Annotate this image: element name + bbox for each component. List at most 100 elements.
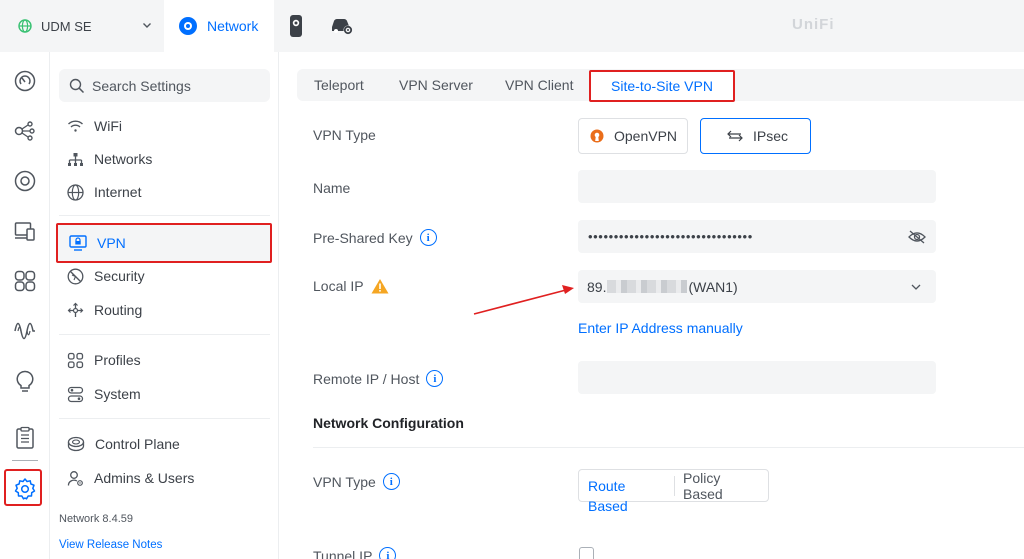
sidebar-item-admins-users[interactable]: Admins & Users [67, 465, 194, 491]
sidebar-item-label: WiFi [94, 118, 122, 134]
remote-host-input[interactable] [578, 361, 936, 394]
warning-icon[interactable] [371, 278, 389, 294]
eye-off-icon[interactable] [908, 230, 926, 244]
globe-icon [18, 19, 32, 33]
device-selector[interactable]: UDM SE [0, 0, 164, 52]
name-input[interactable] [578, 170, 936, 203]
profiles-icon [67, 352, 84, 368]
tunnel-ip-checkbox[interactable] [579, 547, 594, 559]
network-app-tab[interactable]: Network [164, 0, 274, 52]
info-icon[interactable]: i [379, 547, 397, 559]
settings-highlight-box [4, 469, 42, 506]
search-settings[interactable] [59, 69, 270, 102]
local-ip-prefix: 89. [587, 278, 607, 295]
sidebar-item-label: Security [94, 268, 145, 284]
sidebar-divider [59, 418, 270, 419]
tab-vpn-client[interactable]: VPN Client [505, 69, 573, 101]
sidebar-item-label: Control Plane [95, 436, 180, 452]
sidebar-item-label: Admins & Users [94, 470, 195, 486]
vehicle-settings-icon[interactable] [330, 16, 354, 36]
ipsec-option[interactable]: IPsec [700, 118, 811, 154]
sidebar-item-wifi[interactable]: WiFi [67, 113, 122, 139]
ports-icon[interactable] [13, 269, 37, 293]
info-icon[interactable]: i [419, 229, 437, 246]
sidebar-item-system[interactable]: System [67, 381, 141, 407]
ipsec-label: IPsec [753, 128, 789, 144]
devices-icon[interactable] [13, 169, 37, 193]
internet-icon [67, 183, 84, 201]
release-notes-link[interactable]: View Release Notes [59, 539, 162, 551]
local-ip-label: Local IP [313, 278, 364, 294]
tab-site-to-site-vpn[interactable]: Site-to-Site VPN [589, 70, 735, 102]
tunnel-ip-label-row: Tunnel IP i [313, 547, 397, 559]
psk-label-row: Pre-Shared Key i [313, 229, 437, 246]
sidebar-item-routing[interactable]: Routing [67, 297, 142, 323]
app-tab-label: Network [207, 18, 259, 34]
route-based-option[interactable]: Route Based [579, 475, 675, 514]
sidebar-item-security[interactable]: Security [67, 263, 145, 289]
unifi-logo: UniFi [792, 16, 835, 33]
vpn-mode-segmented: Route Based Policy Based [578, 469, 769, 514]
client-devices-icon[interactable] [13, 219, 37, 243]
local-ip-label-row: Local IP [313, 278, 389, 294]
sidebar-item-label: Profiles [94, 352, 141, 368]
insights-icon[interactable] [13, 319, 37, 343]
control-plane-icon [67, 436, 85, 452]
enter-ip-manually-link[interactable]: Enter IP Address manually [578, 320, 743, 336]
tunnel-ip-label: Tunnel IP [313, 547, 373, 559]
security-icon [67, 268, 84, 284]
vpn-tabbar: Teleport VPN Server VPN Client Site-to-S… [297, 69, 1024, 102]
chevron-down-icon [143, 23, 151, 28]
sidebar-item-profiles[interactable]: Profiles [67, 347, 141, 373]
sidebar-item-label: Routing [94, 302, 143, 318]
logs-icon[interactable] [13, 426, 37, 450]
top-bar: UDM SE Network UniFi [0, 0, 1024, 52]
app-version: Network 8.4.59 [59, 513, 133, 525]
sidebar-item-vpn[interactable]: VPN [56, 223, 272, 263]
settings-sidebar: WiFi Networks Internet VPN [51, 52, 279, 559]
search-icon [69, 78, 85, 93]
section-divider [313, 447, 1024, 448]
openvpn-label: OpenVPN [614, 128, 678, 144]
info-icon[interactable]: i [426, 370, 444, 387]
pre-shared-key-field[interactable]: •••••••••••••••••••••••••••••••• [578, 220, 936, 253]
sidebar-item-label: Networks [94, 151, 153, 167]
vpn-type2-label-row: VPN Type i [313, 473, 400, 490]
openvpn-option[interactable]: OpenVPN [578, 118, 688, 154]
network-config-title: Network Configuration [313, 415, 464, 431]
sidebar-item-internet[interactable]: Internet [67, 179, 141, 205]
topology-icon[interactable] [13, 119, 37, 143]
remote-host-field[interactable] [578, 361, 936, 394]
info-icon[interactable]: i [382, 473, 400, 490]
remote-label: Remote IP / Host [313, 370, 420, 387]
psk-value: •••••••••••••••••••••••••••••••• [588, 229, 753, 244]
dashboard-icon[interactable] [13, 69, 37, 93]
sidebar-item-control-plane[interactable]: Control Plane [67, 431, 180, 457]
vpn-main-panel: Teleport VPN Server VPN Client Site-to-S… [280, 52, 1024, 559]
left-nav-rail [0, 52, 50, 559]
local-ip-select[interactable]: 89. (WAN1) [578, 270, 936, 303]
policy-based-option[interactable]: Policy Based [675, 470, 768, 502]
chevron-down-icon [911, 284, 921, 290]
vpn-type2-label: VPN Type [313, 473, 376, 490]
innerspace-icon[interactable] [13, 369, 37, 393]
wifi-icon [68, 120, 83, 132]
name-field[interactable] [578, 170, 936, 203]
tab-vpn-server[interactable]: VPN Server [399, 69, 473, 101]
device-name: UDM SE [41, 18, 92, 34]
vpn-type-label: VPN Type [313, 127, 376, 143]
swap-arrows-icon [727, 130, 743, 142]
sidebar-item-label: System [94, 386, 141, 402]
remote-label-row: Remote IP / Host i [313, 370, 444, 387]
search-input[interactable] [92, 77, 262, 94]
sidebar-item-label: VPN [97, 235, 126, 251]
network-app-icon [179, 17, 197, 35]
sidebar-divider [59, 334, 270, 335]
psk-label: Pre-Shared Key [313, 229, 413, 246]
networks-icon [68, 152, 83, 166]
local-ip-suffix: (WAN1) [688, 278, 738, 295]
tab-teleport[interactable]: Teleport [314, 69, 364, 101]
protect-camera-icon[interactable] [288, 14, 304, 38]
redacted-ip [607, 280, 688, 293]
sidebar-item-networks[interactable]: Networks [67, 146, 152, 172]
